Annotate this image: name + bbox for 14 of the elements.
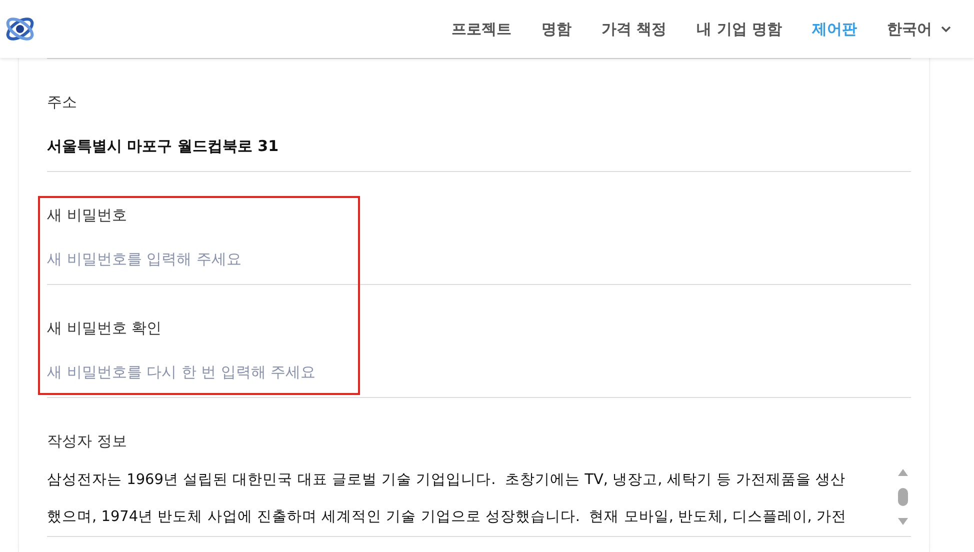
author-info-field[interactable]: 삼성전자는 1969년 설립된 대한민국 대표 글로벌 기술 기업입니다. 초창기에는 TV, 냉장고, 세탁기 등 가전제품을 생산 했으며, 1974년 반도체 사업에 진출하며 세계적인 기술 기업으로 성장했습니다. 현재 모바일, 반도체, 디스플레이, 가전: [47, 462, 895, 536]
language-selector[interactable]: 한국어: [887, 20, 932, 38]
field-label: 새 비밀번호 확인: [47, 318, 163, 339]
field-label: 작성자 정보: [47, 431, 128, 452]
address-field[interactable]: 서울특별시 마포구 월드컵북로 31: [47, 131, 911, 161]
nav-link[interactable]: 내 기업 명함: [696, 20, 782, 38]
chevron-down-icon[interactable]: [940, 25, 952, 33]
field-label: 주소: [47, 92, 78, 113]
nav-link[interactable]: 가격 책정: [601, 20, 667, 38]
password-field[interactable]: 새 비밀번호를 다시 한 번 입력해 주세요: [47, 357, 911, 387]
nav-link[interactable]: 프로젝트: [451, 20, 512, 38]
nav-link[interactable]: 명함: [541, 20, 572, 38]
password-field[interactable]: 새 비밀번호를 입력해 주세요: [47, 244, 911, 274]
field-label: 새 비밀번호: [47, 205, 128, 226]
